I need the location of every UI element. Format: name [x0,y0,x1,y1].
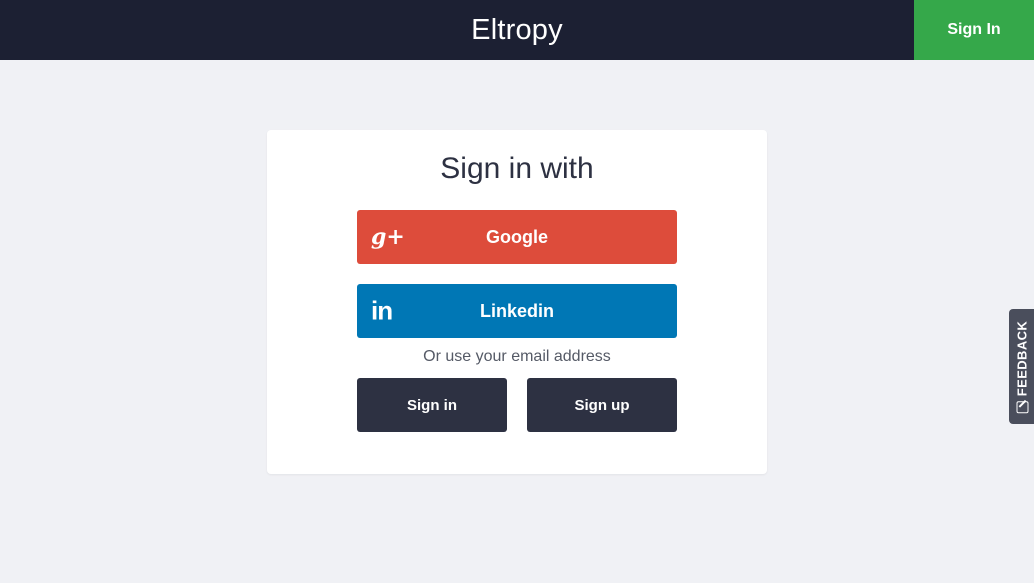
email-option-text: Or use your email address [423,348,611,365]
linkedin-icon: in [371,295,393,326]
feedback-label: FEEDBACK [1014,320,1029,396]
email-sign-in-button[interactable]: Sign in [357,378,507,432]
google-sign-in-button[interactable]: g+ Google [357,210,677,264]
linkedin-sign-in-button[interactable]: in Linkedin [357,284,677,338]
linkedin-button-label: Linkedin [479,300,554,321]
feedback-content: FEEDBACK [1014,320,1029,413]
feedback-tab[interactable]: FEEDBACK [1009,309,1034,424]
google-plus-icon: g+ [371,224,405,250]
brand-logo[interactable]: Eltropy [0,0,914,60]
edit-icon [1015,400,1028,413]
google-button-label: Google [486,226,548,247]
card-title: Sign in with [440,152,594,185]
top-navbar: Eltropy Sign In [0,0,1034,60]
email-sign-up-button[interactable]: Sign up [527,378,677,432]
sign-in-card: Sign in with g+ Google in Linkedin Or us… [267,130,767,474]
header-sign-in-button[interactable]: Sign In [914,0,1034,60]
